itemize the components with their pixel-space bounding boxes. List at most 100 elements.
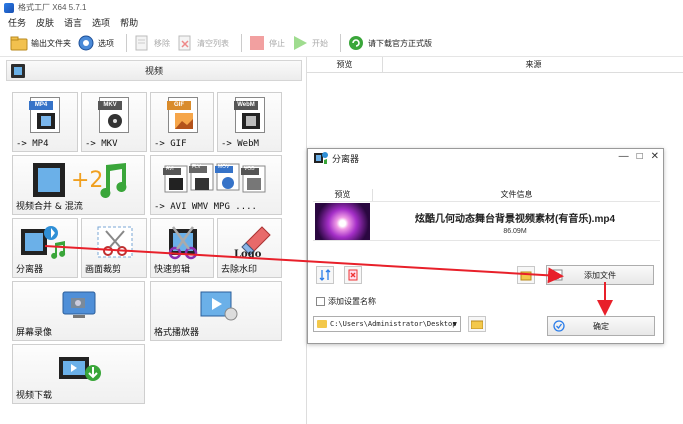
menu-skin[interactable]: 皮肤	[36, 16, 54, 29]
download-official-button[interactable]: 请下载官方正式版	[347, 32, 432, 54]
tile-video-download[interactable]: 视频下载	[12, 344, 145, 404]
folder-icon	[317, 320, 327, 328]
app-icon	[4, 2, 14, 13]
menu-help[interactable]: 帮助	[120, 16, 138, 29]
remove-file-button[interactable]	[344, 266, 362, 284]
ok-label: 确定	[593, 321, 609, 331]
maximize-icon[interactable]: □	[637, 151, 643, 162]
add-file-label: 添加文件	[584, 270, 616, 280]
reel-icon	[108, 114, 122, 128]
check-icon	[553, 320, 565, 332]
open-folder-button[interactable]	[517, 266, 535, 284]
clear-list-icon	[178, 35, 191, 51]
folder-icon	[520, 271, 532, 281]
add-file-button[interactable]: 添加文件	[546, 265, 654, 285]
title-bar: 格式工厂 X64 5.7.1	[0, 0, 683, 15]
tile-screen-record[interactable]: 屏幕录像	[12, 281, 145, 341]
film-strip-icon	[37, 113, 55, 129]
file-name: 炫酷几何动态舞台背景视频素材(有音乐).mp4	[415, 214, 615, 225]
tile-to-gif[interactable]: GIF -> GIF	[150, 92, 214, 152]
badge-mov: MOV	[218, 164, 230, 170]
scissors-film-icon	[168, 226, 198, 260]
minimize-icon[interactable]: —	[619, 151, 629, 162]
tile-to-webm[interactable]: WebM -> WebM	[217, 92, 282, 152]
badge-vob: VOB	[244, 166, 255, 172]
menu-language[interactable]: 语言	[64, 16, 82, 29]
menu-task[interactable]: 任务	[8, 16, 26, 29]
badge-avi: AVI	[166, 166, 174, 172]
ok-button[interactable]: 确定	[547, 316, 655, 336]
splitter-icon	[21, 226, 66, 259]
file-row[interactable]: 炫酷几何动态舞台背景视频素材(有音乐).mp4 86.09M	[313, 201, 660, 241]
tile-merge-mux[interactable]: +2 视频合并 & 混流	[12, 155, 145, 215]
tile-to-mp4[interactable]: MP4 -> MP4	[12, 92, 78, 152]
tile-quick-clip[interactable]: 快速剪辑	[150, 218, 214, 278]
tile-label: 视频合并 & 混流	[16, 202, 83, 212]
output-folder-button[interactable]: 输出文件夹	[10, 32, 71, 54]
add-name-label: 添加设置名称	[328, 297, 376, 306]
tile-label: -> GIF	[154, 139, 187, 149]
tile-crop[interactable]: 画面裁剪	[81, 218, 147, 278]
app-title: 格式工厂 X64 5.7.1	[18, 3, 87, 12]
tile-label: 分离器	[16, 265, 44, 275]
folder-icon	[10, 36, 28, 51]
tile-label: 去除水印	[221, 265, 258, 275]
tile-to-mkv[interactable]: MKV -> MKV	[81, 92, 147, 152]
remove-button[interactable]: 移除	[133, 32, 170, 54]
tile-remove-watermark[interactable]: Logo 去除水印	[217, 218, 282, 278]
dialog-column-preview: 预览	[313, 189, 373, 201]
function-panel: 视频 MP4 -> MP4 MKV -> MKV GIF -> GIF WebM…	[0, 57, 306, 424]
add-name-checkbox[interactable]	[316, 297, 325, 306]
tile-label: 画面裁剪	[85, 265, 122, 275]
landscape-icon	[175, 113, 193, 129]
tile-label: 视频下载	[16, 391, 53, 401]
play-icon	[294, 36, 307, 50]
splitter-dialog: 分离器 — □ ✕ 预览 文件信息 炫酷几何动态舞台背景视频素材(有音乐).mp…	[307, 148, 664, 344]
sort-icon	[319, 269, 331, 281]
tile-label: -> MP4	[16, 139, 49, 149]
video-download-icon	[59, 357, 101, 381]
category-video[interactable]: 视频	[6, 60, 302, 81]
format-badges: AVI FLV MOV VOB	[166, 164, 255, 172]
gear-icon	[78, 35, 94, 51]
logo-text: Logo	[234, 249, 262, 260]
chevron-down-icon: ▼	[452, 320, 457, 328]
output-path-dropdown[interactable]: C:\Users\Administrator\Desktop ▼	[313, 316, 461, 332]
clear-list-button[interactable]: 清空列表	[176, 32, 229, 54]
toolbar-separator	[126, 34, 127, 52]
video-thumbnail	[315, 203, 370, 240]
merge-mux-icon: +2	[33, 163, 127, 198]
column-source[interactable]: 来源	[383, 57, 683, 73]
tile-label: 格式播放器	[154, 328, 200, 338]
column-preview[interactable]: 预览	[307, 57, 383, 73]
player-icon	[200, 291, 238, 321]
tile-label: -> MKV	[85, 139, 118, 149]
badge-flv: FLV	[192, 164, 201, 170]
mp4-file-icon: MP4	[29, 97, 60, 133]
tile-label: 屏幕录像	[16, 328, 53, 338]
add-file-icon	[552, 269, 563, 281]
stop-button[interactable]: 停止	[248, 32, 285, 54]
refresh-icon	[349, 36, 363, 50]
folder-icon	[471, 320, 483, 329]
start-button[interactable]: 开始	[291, 32, 328, 54]
tile-label: -> WebM	[221, 139, 259, 149]
browse-folder-button[interactable]	[468, 316, 486, 332]
dialog-title: 分离器	[332, 153, 360, 164]
delete-icon	[348, 269, 358, 281]
output-path-value: C:\Users\Administrator\Desktop	[330, 320, 457, 328]
menu-options[interactable]: 选项	[92, 16, 110, 29]
close-icon[interactable]: ✕	[651, 151, 659, 162]
screen-record-icon	[62, 291, 96, 318]
options-button[interactable]: 选项	[77, 32, 114, 54]
category-label: 视频	[144, 66, 163, 76]
toolbar: 输出文件夹 选项 移除 清空列表 停止 开始 请下载官方正式版	[0, 30, 683, 57]
splitter-icon	[314, 152, 328, 164]
tile-splitter[interactable]: 分离器	[12, 218, 78, 278]
tile-format-player[interactable]: 格式播放器	[150, 281, 282, 341]
sort-button[interactable]	[316, 266, 334, 284]
tile-avi-wmv-mpg[interactable]: AVI FLV MOV VOB -> AVI WMV MPG ....	[150, 155, 282, 215]
tile-label: 快速剪辑	[154, 265, 191, 275]
file-size: 86.09M	[503, 228, 527, 235]
crop-icon	[97, 226, 133, 258]
